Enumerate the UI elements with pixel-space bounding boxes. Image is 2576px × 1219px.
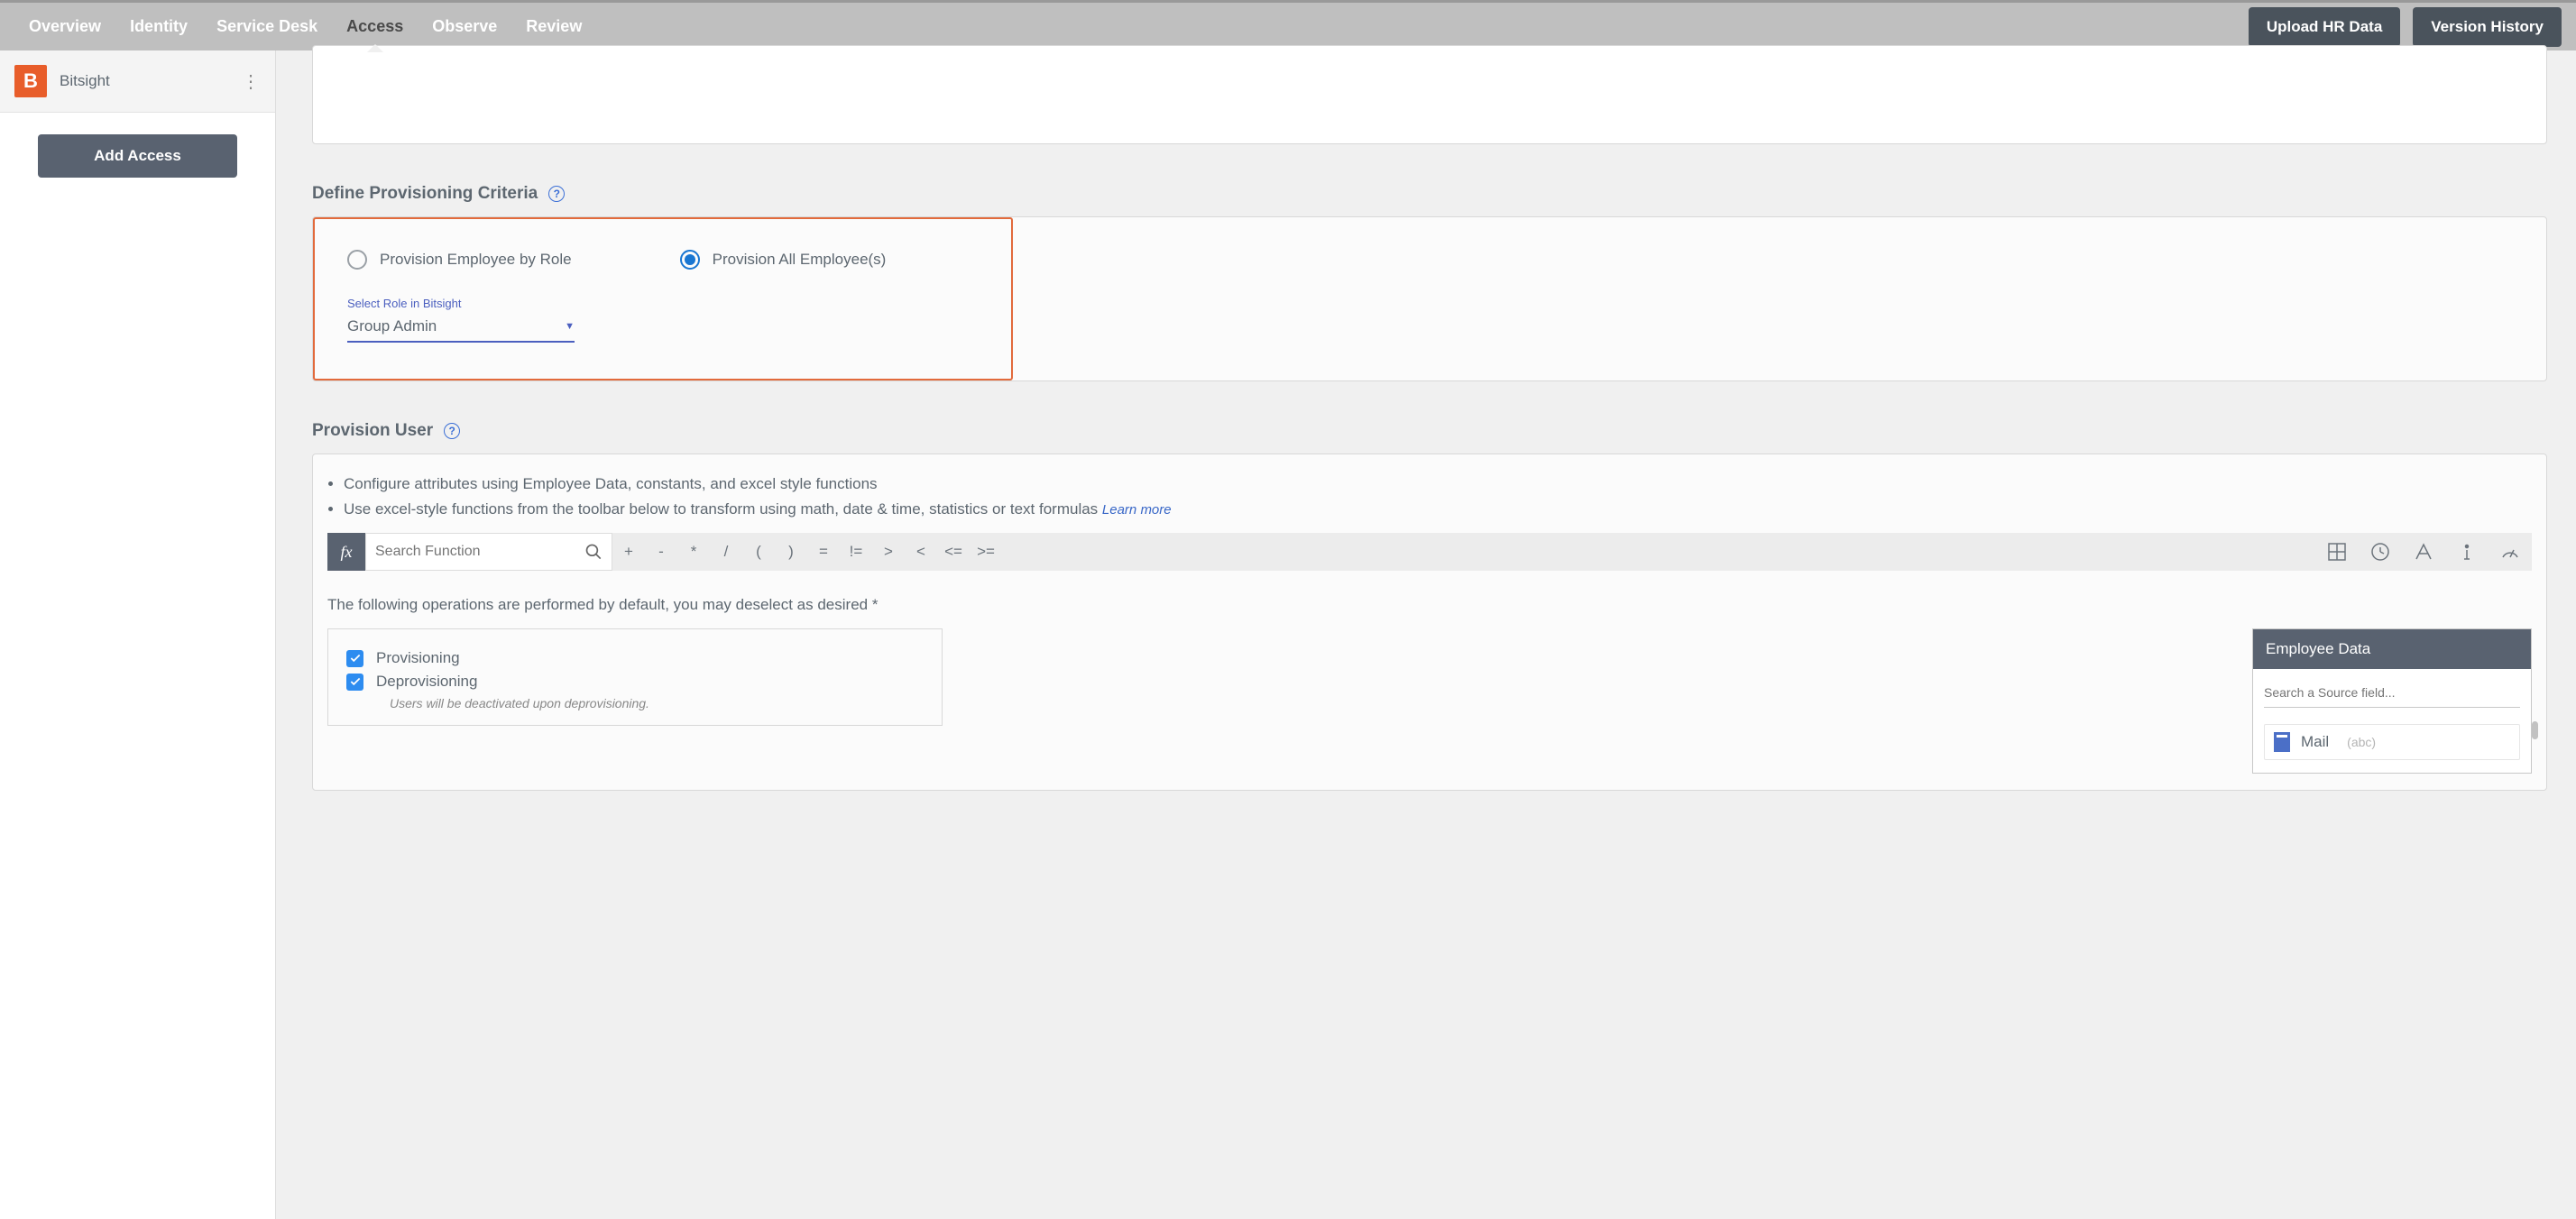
checkbox-deprovisioning[interactable]: Deprovisioning xyxy=(346,673,924,691)
operator-bar: + - * / ( ) = != > < <= >= xyxy=(612,533,2532,571)
info-list: Configure attributes using Employee Data… xyxy=(327,472,2532,520)
tab-identity[interactable]: Identity xyxy=(115,3,202,50)
app-name: Bitsight xyxy=(60,72,110,90)
clock-icon[interactable] xyxy=(2359,541,2402,563)
employee-data-search-input[interactable] xyxy=(2264,682,2520,708)
learn-more-link[interactable]: Learn more xyxy=(1102,502,1172,518)
op-multiply[interactable]: * xyxy=(677,543,710,561)
checkbox-label: Provisioning xyxy=(376,649,460,667)
operations-box: Provisioning Deprovisioning Users will b… xyxy=(327,628,943,726)
op-equal[interactable]: = xyxy=(807,543,840,561)
previous-panel xyxy=(312,45,2547,144)
checkbox-icon xyxy=(346,674,363,691)
help-icon[interactable]: ? xyxy=(444,423,460,439)
radio-icon xyxy=(347,250,367,270)
checkbox-provisioning[interactable]: Provisioning xyxy=(346,649,924,667)
text-icon[interactable] xyxy=(2402,541,2445,563)
op-gt[interactable]: > xyxy=(872,543,905,561)
field-item-mail[interactable]: Mail (abc) xyxy=(2264,724,2520,760)
search-icon xyxy=(584,542,603,562)
role-select-label: Select Role in Bitsight xyxy=(347,297,979,310)
op-lt[interactable]: < xyxy=(905,543,937,561)
function-search[interactable] xyxy=(365,533,612,571)
table-icon[interactable] xyxy=(2315,541,2359,563)
radio-label: Provision Employee by Role xyxy=(380,251,572,269)
op-lte[interactable]: <= xyxy=(937,543,970,561)
criteria-highlighted: Provision Employee by Role Provision All… xyxy=(313,217,1013,380)
upload-hr-data-button[interactable]: Upload HR Data xyxy=(2249,7,2400,47)
fx-icon[interactable]: fx xyxy=(327,533,365,571)
criteria-title: Define Provisioning Criteria xyxy=(312,184,538,204)
op-gte[interactable]: >= xyxy=(970,543,1002,561)
add-access-button[interactable]: Add Access xyxy=(38,134,237,178)
radio-label: Provision All Employee(s) xyxy=(713,251,887,269)
scrollbar[interactable] xyxy=(2532,721,2538,739)
info-item: Configure attributes using Employee Data… xyxy=(344,472,2532,496)
employee-data-header: Employee Data xyxy=(2253,629,2531,669)
operations-note: The following operations are performed b… xyxy=(327,596,2532,614)
tab-list: Overview Identity Service Desk Access Ob… xyxy=(14,3,596,50)
sidebar: B Bitsight ⋮ Add Access xyxy=(0,50,276,1219)
role-select-value: Group Admin xyxy=(347,317,437,335)
radio-provision-all[interactable]: Provision All Employee(s) xyxy=(680,250,887,270)
more-menu-icon[interactable]: ⋮ xyxy=(242,70,261,93)
tab-service-desk[interactable]: Service Desk xyxy=(202,3,332,50)
function-search-input[interactable] xyxy=(375,544,584,560)
op-plus[interactable]: + xyxy=(612,543,645,561)
role-select[interactable]: Group Admin ▼ xyxy=(347,314,575,343)
deprovisioning-note: Users will be deactivated upon deprovisi… xyxy=(390,696,924,710)
top-nav: Overview Identity Service Desk Access Ob… xyxy=(0,0,2576,50)
tab-review[interactable]: Review xyxy=(511,3,596,50)
radio-icon-selected xyxy=(680,250,700,270)
op-not-equal[interactable]: != xyxy=(840,543,872,561)
formula-toolbar: fx + - * / ( ) = != > xyxy=(327,533,2532,571)
checkbox-icon xyxy=(346,650,363,667)
provision-user-panel: Configure attributes using Employee Data… xyxy=(312,454,2547,791)
radio-provision-by-role[interactable]: Provision Employee by Role xyxy=(347,250,572,270)
info-icon[interactable] xyxy=(2445,541,2489,563)
field-type: (abc) xyxy=(2347,735,2376,749)
tab-overview[interactable]: Overview xyxy=(14,3,115,50)
op-paren-open[interactable]: ( xyxy=(742,543,775,561)
checkbox-label: Deprovisioning xyxy=(376,673,477,691)
op-divide[interactable]: / xyxy=(710,543,742,561)
provision-user-title: Provision User xyxy=(312,421,433,441)
main-content: Define Provisioning Criteria ? Provision… xyxy=(276,50,2576,1219)
op-paren-close[interactable]: ) xyxy=(775,543,807,561)
version-history-button[interactable]: Version History xyxy=(2413,7,2562,47)
provision-user-section: Provision User ? Configure attributes us… xyxy=(312,421,2547,791)
sidebar-app-row[interactable]: B Bitsight ⋮ xyxy=(0,50,275,113)
tab-access[interactable]: Access xyxy=(332,3,418,50)
tab-observe[interactable]: Observe xyxy=(418,3,511,50)
employee-data-panel: Employee Data Mail (abc) xyxy=(2252,628,2532,774)
criteria-panel: Provision Employee by Role Provision All… xyxy=(312,216,2547,381)
info-item: Use excel-style functions from the toolb… xyxy=(344,498,2532,521)
op-minus[interactable]: - xyxy=(645,543,677,561)
gauge-icon[interactable] xyxy=(2489,541,2532,563)
field-name: Mail xyxy=(2301,733,2329,751)
chevron-down-icon: ▼ xyxy=(565,321,575,332)
field-icon xyxy=(2274,732,2290,752)
top-actions: Upload HR Data Version History xyxy=(2249,7,2562,47)
help-icon[interactable]: ? xyxy=(548,186,565,202)
criteria-section: Define Provisioning Criteria ? Provision… xyxy=(312,184,2547,381)
app-logo: B xyxy=(14,65,47,97)
